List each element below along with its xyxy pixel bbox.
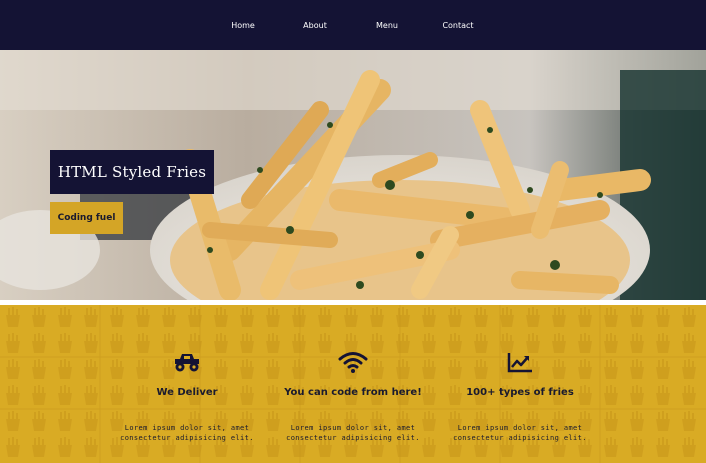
feature-title: We Deliver: [156, 387, 218, 398]
feature-description: Lorem ipsum dolor sit, amet consectetur …: [120, 424, 254, 442]
hero-title: HTML Styled Fries: [50, 150, 214, 194]
feature-description: Lorem ipsum dolor sit, amet consectetur …: [286, 424, 420, 442]
feature-description: Lorem ipsum dolor sit, amet consectetur …: [453, 424, 587, 442]
feature-title: 100+ types of fries: [466, 387, 574, 398]
nav-contact-link[interactable]: Contact: [442, 21, 473, 30]
feature-code-here: You can code from here! Lorem ipsum dolo…: [283, 305, 423, 463]
nav-menu-link[interactable]: Menu: [376, 21, 398, 30]
wifi-icon: [338, 352, 368, 373]
features-section: We Deliver Lorem ipsum dolor sit, amet c…: [0, 305, 706, 463]
hero-section: HTML Styled Fries Coding fuel: [0, 50, 706, 300]
nav-about-link[interactable]: About: [303, 21, 327, 30]
feature-title: You can code from here!: [284, 387, 422, 398]
top-navbar: Home About Menu Contact: [0, 0, 706, 50]
feature-we-deliver: We Deliver Lorem ipsum dolor sit, amet c…: [117, 305, 257, 463]
nav-home-link[interactable]: Home: [231, 21, 255, 30]
truck-icon: [175, 354, 199, 372]
chart-line-icon: [507, 353, 532, 373]
coding-fuel-button[interactable]: Coding fuel: [50, 202, 123, 234]
feature-fry-types: 100+ types of fries Lorem ipsum dolor si…: [450, 305, 590, 463]
